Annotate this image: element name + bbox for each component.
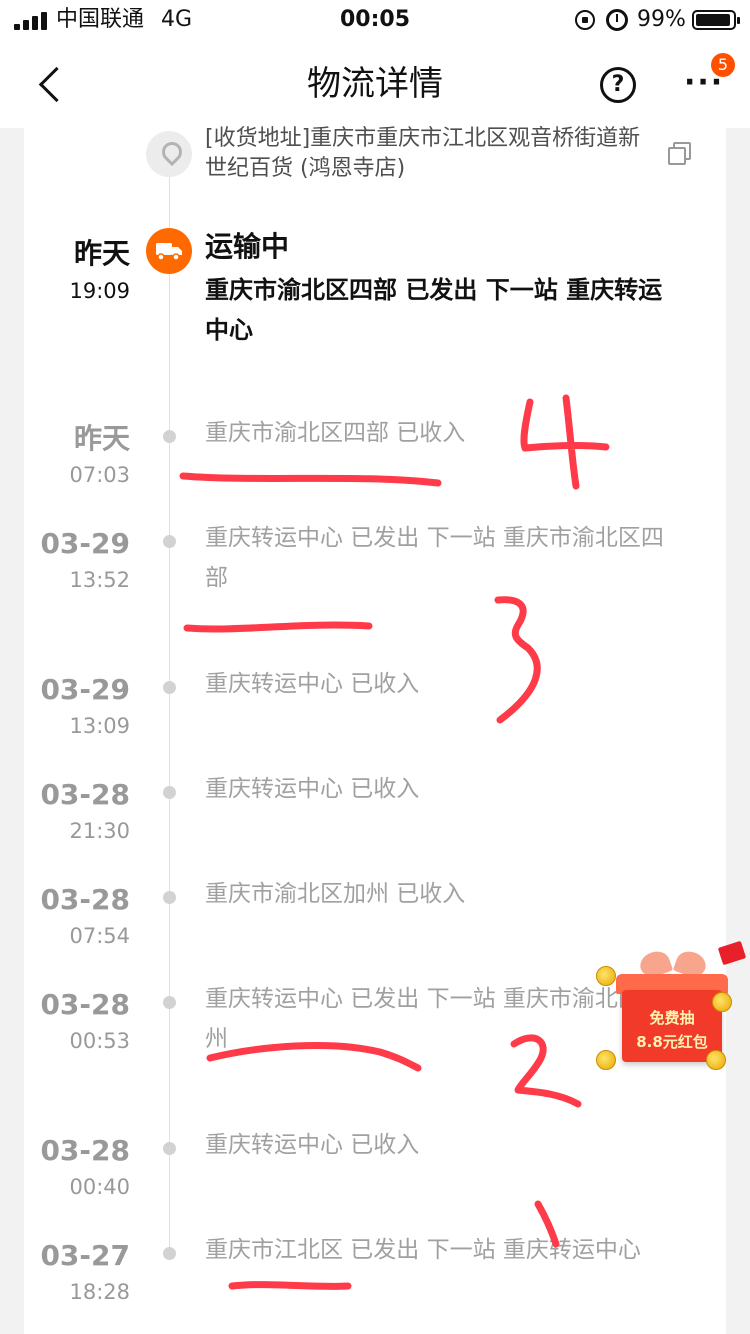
event-date: 昨天: [73, 237, 130, 270]
timeline-dot: [163, 891, 176, 904]
timeline-dot: [163, 535, 176, 548]
event-time: 19:09: [69, 279, 130, 303]
help-icon[interactable]: ?: [600, 67, 636, 103]
truck-icon: [146, 228, 192, 274]
event-text: 重庆转运中心 已发出 下一站 重庆市渝北区四部: [205, 525, 664, 591]
coin-icon: [596, 966, 616, 986]
event-text: 重庆市江北区 已发出 下一站 重庆转运中心: [205, 1237, 641, 1263]
promo-amount: 8.8元红包: [636, 1033, 708, 1051]
event-status: 运输中: [205, 230, 290, 263]
event-text: 重庆转运中心 已收入: [205, 671, 420, 697]
timeline-dot: [163, 1247, 176, 1260]
event-detail: 重庆市渝北区四部 已发出 下一站 重庆转运中心: [205, 276, 663, 344]
event-time: 07:03: [69, 463, 130, 487]
battery-percent: 99%: [637, 7, 686, 32]
event-time: 00:53: [69, 1029, 130, 1053]
event-date: 03-28: [40, 778, 130, 811]
event-text: 重庆转运中心 已收入: [205, 776, 420, 802]
event-text: 重庆市渝北区加州 已收入: [205, 881, 466, 907]
timeline-dot: [163, 996, 176, 1009]
event-time: 13:09: [69, 714, 130, 738]
timeline-dot: [163, 681, 176, 694]
coin-icon: [706, 1050, 726, 1070]
timeline-dot: [163, 786, 176, 799]
event-time: 13:52: [69, 568, 130, 592]
battery-icon: [692, 10, 740, 30]
coin-icon: [712, 992, 732, 1012]
timeline-dot: [163, 1142, 176, 1155]
notification-badge: 5: [711, 53, 735, 77]
event-text: 重庆市渝北区四部 已收入: [205, 420, 466, 446]
event-date: 03-28: [40, 988, 130, 1021]
event-date: 03-29: [40, 673, 130, 706]
coin-icon: [596, 1050, 616, 1070]
more-button[interactable]: ···: [684, 68, 722, 100]
event-time: 18:28: [69, 1280, 130, 1304]
event-time: 00:40: [69, 1175, 130, 1199]
event-text: 重庆转运中心 已收入: [205, 1132, 420, 1158]
alarm-icon: [606, 9, 628, 31]
event-time: 07:54: [69, 924, 130, 948]
event-time: 21:30: [69, 819, 130, 843]
orientation-lock-icon: [575, 10, 595, 30]
location-pin-icon: [146, 131, 192, 177]
envelope-icon: [717, 940, 747, 966]
event-date: 昨天: [73, 422, 130, 455]
event-date: 03-28: [40, 883, 130, 916]
timeline-line: [169, 150, 170, 1250]
copy-icon[interactable]: [668, 142, 691, 165]
nav-bar: 物流详情 ? ··· 5: [0, 40, 750, 128]
event-date: 03-29: [40, 527, 130, 560]
status-bar: 中国联通 4G 00:05 99%: [0, 0, 750, 40]
event-date: 03-28: [40, 1134, 130, 1167]
event-date: 03-27: [40, 1239, 130, 1272]
delivery-address: [收货地址]重庆市重庆市江北区观音桥街道新世纪百货 (鸿恩寺店): [205, 126, 641, 181]
promo-label: 免费抽: [649, 1009, 695, 1027]
red-envelope-promo[interactable]: 免费抽 8.8元红包: [596, 940, 750, 1074]
timeline-dot: [163, 430, 176, 443]
page-title: 物流详情: [307, 64, 443, 104]
